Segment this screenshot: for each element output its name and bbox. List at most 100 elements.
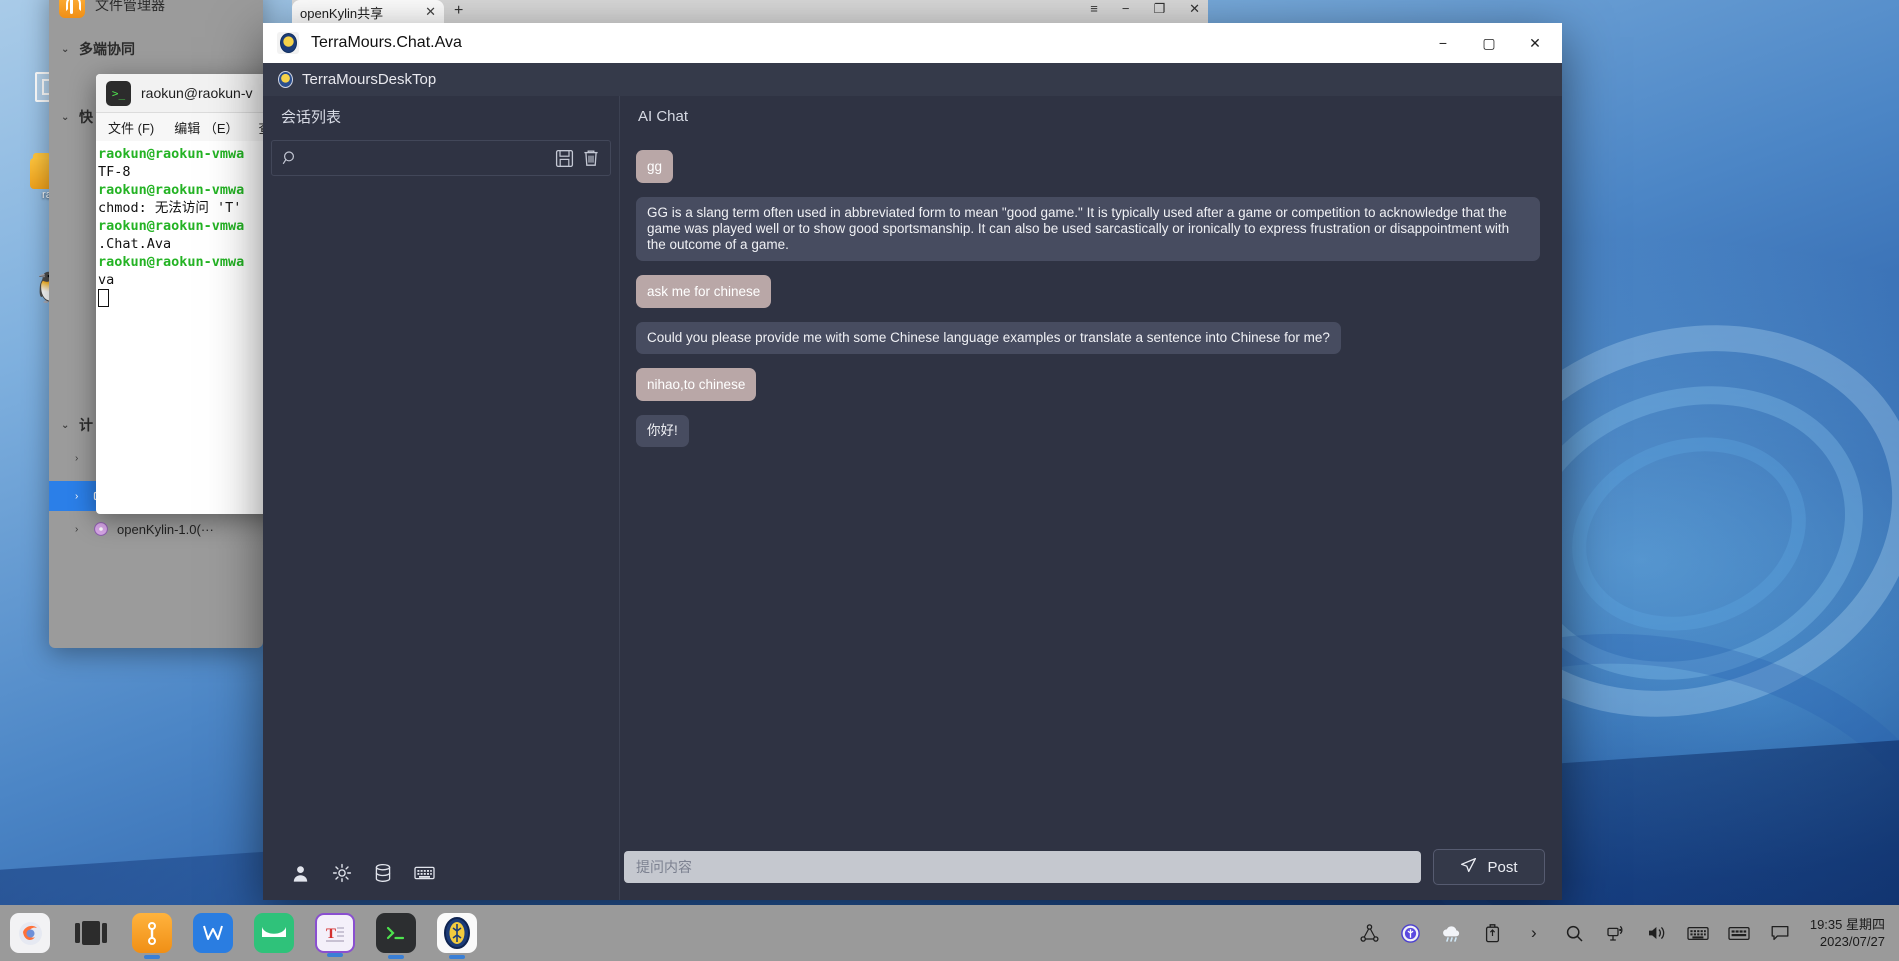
app-logo-icon <box>277 32 299 54</box>
user-icon[interactable] <box>291 864 310 883</box>
chat-message-bot: Could you please provide me with some Ch… <box>636 322 1341 354</box>
share-icon[interactable] <box>1359 922 1381 944</box>
browser-window: openKylin共享 ✕ + ≡ − ❐ ✕ <box>292 0 1208 24</box>
taskbar-item-terramours-app[interactable] <box>437 913 477 959</box>
chat-header: AI Chat <box>638 107 689 125</box>
session-search-bar[interactable] <box>271 140 611 176</box>
search-icon[interactable] <box>1564 922 1586 944</box>
section-label: 多端协同 <box>79 41 135 57</box>
running-indicator <box>327 953 343 957</box>
file-manager-titlebar: 文件管理器 <box>49 0 263 24</box>
session-list-header: 会话列表 <box>281 108 342 126</box>
taskbar-item-file-manager[interactable] <box>132 913 172 959</box>
taskbar-item-text-editor[interactable]: T <box>315 913 355 957</box>
chevron-down-icon: ⌄ <box>61 43 70 55</box>
input-method-icon[interactable] <box>1728 922 1750 944</box>
svg-text:T: T <box>326 926 336 942</box>
maximize-button[interactable]: ▢ <box>1466 24 1512 62</box>
expand-tray-icon[interactable]: › <box>1523 922 1545 944</box>
minimize-button[interactable]: − <box>1420 24 1466 62</box>
running-indicator <box>449 955 465 959</box>
minimize-icon[interactable]: − <box>1122 1 1130 17</box>
send-icon <box>1460 857 1477 878</box>
menu-icon[interactable]: ≡ <box>1090 1 1098 17</box>
chat-message-user: gg <box>636 150 674 183</box>
usb-device-icon[interactable] <box>1482 922 1504 944</box>
file-manager-item-label: openKylin-1.0(··· <box>117 521 214 537</box>
post-button-label: Post <box>1487 858 1518 876</box>
network-icon[interactable] <box>1605 922 1627 944</box>
chevron-right-icon: › <box>75 523 79 535</box>
app-content: 会话列表 AI Chat gg GG is a slang term often… <box>263 96 1562 900</box>
taskbar-item-terminal[interactable] <box>376 913 416 959</box>
close-icon[interactable]: ✕ <box>425 4 436 20</box>
taskbar-item-browser-firefox[interactable] <box>10 913 50 953</box>
terramours-chat-window: TerraMours.Chat.Ava − ▢ ✕ TerraMoursDesk… <box>263 23 1562 900</box>
app-titlebar: TerraMours.Chat.Ava − ▢ ✕ <box>263 23 1562 63</box>
browser-tab[interactable]: openKylin共享 ✕ <box>292 0 444 24</box>
taskbar-item-wps-office[interactable] <box>193 913 233 953</box>
file-manager-section-multi-device[interactable]: ⌄ 多端协同 <box>49 36 263 62</box>
chat-message-bot: 你好! <box>636 415 689 447</box>
chevron-down-icon: ⌄ <box>61 111 70 123</box>
chat-input[interactable] <box>624 851 1421 883</box>
system-tray: › 19:35 星期四 2023/07/27 <box>1359 916 1899 950</box>
volume-icon[interactable] <box>1646 922 1668 944</box>
clock-time: 19:35 星期四 <box>1809 917 1885 932</box>
section-label: 计 <box>79 417 93 433</box>
chat-message-bot: GG is a slang term often used in abbrevi… <box>636 197 1540 261</box>
section-label: 快 <box>79 109 93 125</box>
taskbar: T › 19:35 星期四 2023/07/27 <box>0 905 1899 961</box>
menu-edit[interactable]: 编辑 （E） <box>174 118 238 137</box>
session-list-pane: 会话列表 <box>263 96 620 900</box>
app-window-title: TerraMours.Chat.Ava <box>311 34 462 51</box>
browser-tab-label: openKylin共享 <box>300 5 384 21</box>
gear-icon[interactable] <box>332 863 352 883</box>
app-logo-small-icon <box>278 71 293 88</box>
new-tab-button[interactable]: + <box>454 2 463 20</box>
chevron-right-icon: › <box>75 490 79 502</box>
chat-pane: AI Chat gg GG is a slang term often used… <box>620 96 1562 900</box>
app-subtitle-bar: TerraMoursDeskTop <box>263 63 1562 96</box>
search-icon[interactable] <box>282 150 299 167</box>
file-manager-icon <box>59 0 85 18</box>
notifications-icon[interactable] <box>1769 922 1791 944</box>
left-toolbar <box>263 846 619 900</box>
screen: rao 🐧 openKylin共享 ✕ + ≡ − ❐ ✕ 文件管理器 ⌄ 多端… <box>0 0 1899 961</box>
taskbar-item-task-view[interactable] <box>71 913 111 953</box>
chat-message-user: nihao,to chinese <box>636 368 757 401</box>
save-icon[interactable] <box>555 149 574 168</box>
weather-cloud-icon[interactable] <box>1441 922 1463 944</box>
maximize-icon[interactable]: ❐ <box>1153 1 1165 17</box>
running-indicator <box>144 955 160 959</box>
close-icon[interactable]: ✕ <box>1189 1 1200 17</box>
file-manager-title: 文件管理器 <box>95 0 165 13</box>
menu-file[interactable]: 文件 (F) <box>108 118 154 137</box>
close-button[interactable]: ✕ <box>1512 24 1558 62</box>
terminal-cursor <box>98 289 109 307</box>
running-indicator <box>388 955 404 959</box>
terramours-tray-icon[interactable] <box>1400 922 1422 944</box>
keyboard-icon[interactable] <box>1687 922 1709 944</box>
keyboard-icon[interactable] <box>414 865 435 881</box>
session-search-input[interactable] <box>307 149 547 167</box>
browser-window-controls: ≡ − ❐ ✕ <box>1090 1 1200 17</box>
taskbar-apps: T <box>0 913 477 959</box>
database-icon[interactable] <box>374 863 392 883</box>
chevron-down-icon: ⌄ <box>61 419 70 431</box>
chevron-right-icon: › <box>75 452 79 464</box>
file-manager-item-openkylin[interactable]: › openKylin-1.0(··· <box>49 514 263 544</box>
chat-messages[interactable]: gg GG is a slang term often used in abbr… <box>620 136 1562 834</box>
taskbar-clock[interactable]: 19:35 星期四 2023/07/27 <box>1810 916 1885 950</box>
taskbar-item-mail[interactable] <box>254 913 294 953</box>
app-subtitle: TerraMoursDeskTop <box>302 71 437 88</box>
trash-icon[interactable] <box>582 149 600 168</box>
disc-icon <box>94 522 108 536</box>
post-button[interactable]: Post <box>1433 849 1545 885</box>
session-list[interactable] <box>263 176 619 846</box>
terminal-title: raokun@raokun-v <box>141 85 253 101</box>
terminal-icon: >_ <box>106 80 131 106</box>
clock-date: 2023/07/27 <box>1819 934 1885 949</box>
chat-message-user: ask me for chinese <box>636 275 772 308</box>
chat-composer: Post <box>620 834 1562 900</box>
